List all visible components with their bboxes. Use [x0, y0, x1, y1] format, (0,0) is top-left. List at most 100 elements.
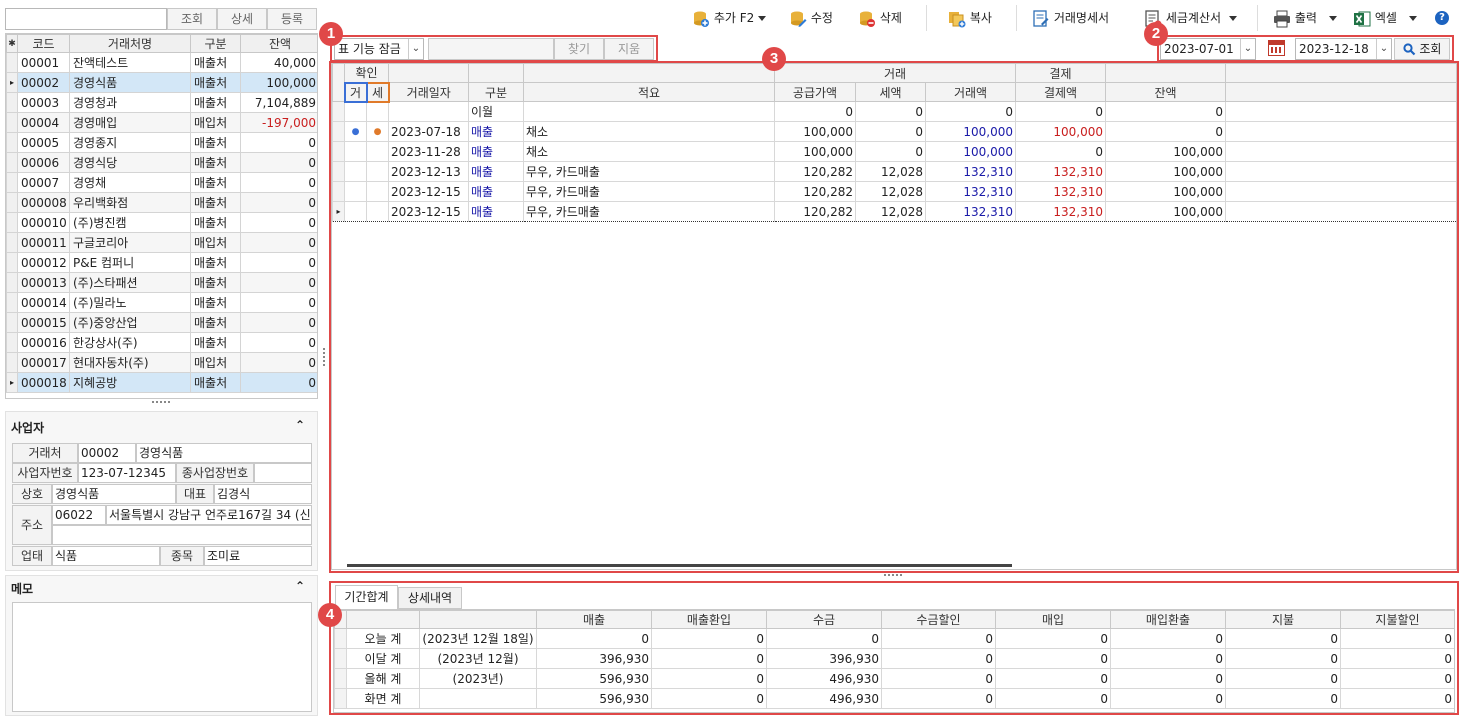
horizontal-scrollbar[interactable] — [347, 564, 1012, 567]
row-marker[interactable] — [6, 352, 18, 373]
row-marker[interactable] — [6, 92, 18, 113]
row-marker[interactable] — [6, 192, 18, 213]
list-item[interactable]: 000015 (주)중앙산업 매출처 0 — [6, 312, 317, 333]
company-field[interactable]: 경영식품 — [52, 484, 176, 504]
date-to-dropdown-icon[interactable]: ⌄ — [1376, 39, 1391, 59]
date-from-dropdown-icon[interactable]: ⌄ — [1240, 39, 1255, 59]
cell-tax-check[interactable] — [366, 141, 389, 162]
row-marker[interactable] — [6, 292, 18, 313]
col-type[interactable]: 구분 — [190, 34, 241, 53]
summary-col-header[interactable]: 수금할인 — [881, 610, 996, 629]
row-marker[interactable] — [6, 52, 18, 73]
statement-button[interactable]: 거래명세서 — [1032, 8, 1109, 28]
col-amount[interactable]: 거래액 — [924, 82, 1017, 102]
summary-col-header[interactable]: 지불 — [1225, 610, 1341, 629]
print-button[interactable]: 출력 — [1273, 8, 1337, 28]
row-marker[interactable] — [6, 252, 18, 273]
col-paid[interactable]: 결제액 — [1015, 82, 1107, 102]
cell-trade-check[interactable] — [344, 181, 367, 202]
address-field[interactable]: 서울특별시 강남구 언주로167길 34 (신 — [106, 505, 312, 525]
row-marker[interactable] — [6, 172, 18, 193]
summary-col-header[interactable]: 수금 — [766, 610, 882, 629]
grid-search-input[interactable] — [428, 38, 554, 60]
list-item[interactable]: ▸ 000018 지혜공방 매출처 0 — [6, 372, 317, 393]
row-marker[interactable] — [6, 232, 18, 253]
list-item[interactable]: 00007 경영채 매출처 0 — [6, 172, 317, 193]
list-item[interactable]: 000013 (주)스타패션 매출처 0 — [6, 272, 317, 293]
calendar-icon[interactable] — [1268, 40, 1285, 56]
list-item[interactable]: 00005 경영종지 매출처 0 — [6, 132, 317, 153]
row-marker[interactable] — [6, 132, 18, 153]
collapse-icon[interactable]: ⌃ — [295, 418, 305, 432]
row-marker[interactable] — [332, 121, 345, 142]
splitter-handle[interactable] — [884, 574, 902, 578]
client-name-field[interactable]: 경영식품 — [136, 443, 312, 463]
col-trade-check[interactable]: 거 — [343, 81, 368, 103]
table-row[interactable]: 2023-12-15 매출 무우, 카드매출 120,282 12,028 132,310… — [332, 181, 1456, 202]
add-button[interactable]: 추가 F2 — [692, 8, 767, 28]
col-tax[interactable]: 세액 — [855, 82, 926, 102]
list-item[interactable]: 00003 경영청과 매출처 7,104,889 — [6, 92, 317, 113]
excel-button[interactable]: 엑셀 — [1353, 8, 1417, 28]
col-memo[interactable]: 적요 — [523, 82, 775, 102]
ceo-field[interactable]: 김경식 — [214, 484, 312, 504]
cell-tax-check[interactable] — [366, 201, 389, 222]
row-marker[interactable] — [6, 312, 18, 333]
summary-col-header[interactable]: 매출환입 — [651, 610, 767, 629]
list-item[interactable]: 000017 현대자동차(주) 매입처 0 — [6, 352, 317, 373]
col-balance[interactable]: 잔액 — [240, 34, 317, 53]
summary-col-header[interactable]: 매출 — [536, 610, 652, 629]
tab-detail[interactable]: 상세내역 — [398, 587, 462, 609]
cell-tax-check[interactable] — [366, 181, 389, 202]
copy-button[interactable]: 복사 — [948, 8, 992, 28]
list-item[interactable]: 000014 (주)밀라노 매출처 0 — [6, 292, 317, 313]
table-row[interactable]: 이월 0 0 0 0 0 — [332, 101, 1456, 122]
list-item[interactable]: 00001 잔액테스트 매출처 40,000 — [6, 52, 317, 73]
help-icon[interactable]: ? — [1435, 11, 1449, 25]
cell-trade-check[interactable]: ● — [344, 121, 367, 142]
address-detail-field[interactable] — [52, 525, 312, 545]
row-marker[interactable] — [6, 272, 18, 293]
subno-field[interactable] — [254, 463, 312, 483]
detail-button[interactable]: 상세 — [217, 8, 267, 30]
list-item[interactable]: 000008 우리백화점 매출처 0 — [6, 192, 317, 213]
chevron-down-icon[interactable]: ⌄ — [408, 39, 423, 59]
cell-tax-check[interactable]: ● — [366, 121, 389, 142]
row-marker[interactable]: ▸ — [332, 201, 345, 222]
view-button[interactable]: 조회 — [167, 8, 217, 30]
table-row[interactable]: ▸ 2023-12-15 매출 무우, 카드매출 120,282 12,028 132,31… — [332, 201, 1456, 222]
splitter-handle[interactable] — [152, 401, 170, 405]
list-item[interactable]: 00006 경영식당 매출처 0 — [6, 152, 317, 173]
summary-col-header[interactable]: 지불할인 — [1340, 610, 1454, 629]
period-search-button[interactable]: 조회 — [1394, 38, 1450, 60]
col-balance[interactable]: 잔액 — [1105, 82, 1227, 102]
list-item[interactable]: 000012 P&E 컴퍼니 매출처 0 — [6, 252, 317, 273]
row-marker[interactable] — [6, 332, 18, 353]
col-date[interactable]: 거래일자 — [388, 82, 469, 102]
list-item[interactable]: 000016 한강상사(주) 매출처 0 — [6, 332, 317, 353]
list-item[interactable]: 000011 구글코리아 매입처 0 — [6, 232, 317, 253]
vertical-splitter[interactable] — [323, 348, 326, 366]
tab-period-total[interactable]: 기간합계 — [335, 585, 398, 609]
col-tax-check[interactable]: 세 — [365, 81, 390, 103]
list-item[interactable]: 000010 (주)병진캠 매출처 0 — [6, 212, 317, 233]
memo-textarea[interactable] — [12, 602, 312, 712]
col-supply[interactable]: 공급가액 — [774, 82, 856, 102]
delete-button[interactable]: 삭제 — [858, 8, 902, 28]
biz-field[interactable]: 식품 — [52, 546, 160, 566]
table-row[interactable]: 2023-12-13 매출 무우, 카드매출 120,282 12,028 132,310… — [332, 161, 1456, 182]
summary-col-header[interactable]: 매입환출 — [1110, 610, 1226, 629]
row-marker[interactable] — [332, 141, 345, 162]
cell-trade-check[interactable] — [344, 141, 367, 162]
cell-trade-check[interactable] — [344, 201, 367, 222]
list-item[interactable]: ▸ 00002 경영식품 매출처 100,000 — [6, 72, 317, 93]
cell-tax-check[interactable] — [366, 101, 389, 122]
find-button[interactable]: 찾기 — [554, 38, 604, 60]
row-marker[interactable]: ▸ — [6, 72, 18, 93]
row-marker[interactable] — [332, 181, 345, 202]
client-code-field[interactable]: 00002 — [78, 443, 136, 463]
col-code[interactable]: 코드 — [17, 34, 70, 53]
clear-button[interactable]: 지움 — [604, 38, 654, 60]
register-button[interactable]: 등록 — [267, 8, 317, 30]
edit-button[interactable]: 수정 — [789, 8, 833, 28]
